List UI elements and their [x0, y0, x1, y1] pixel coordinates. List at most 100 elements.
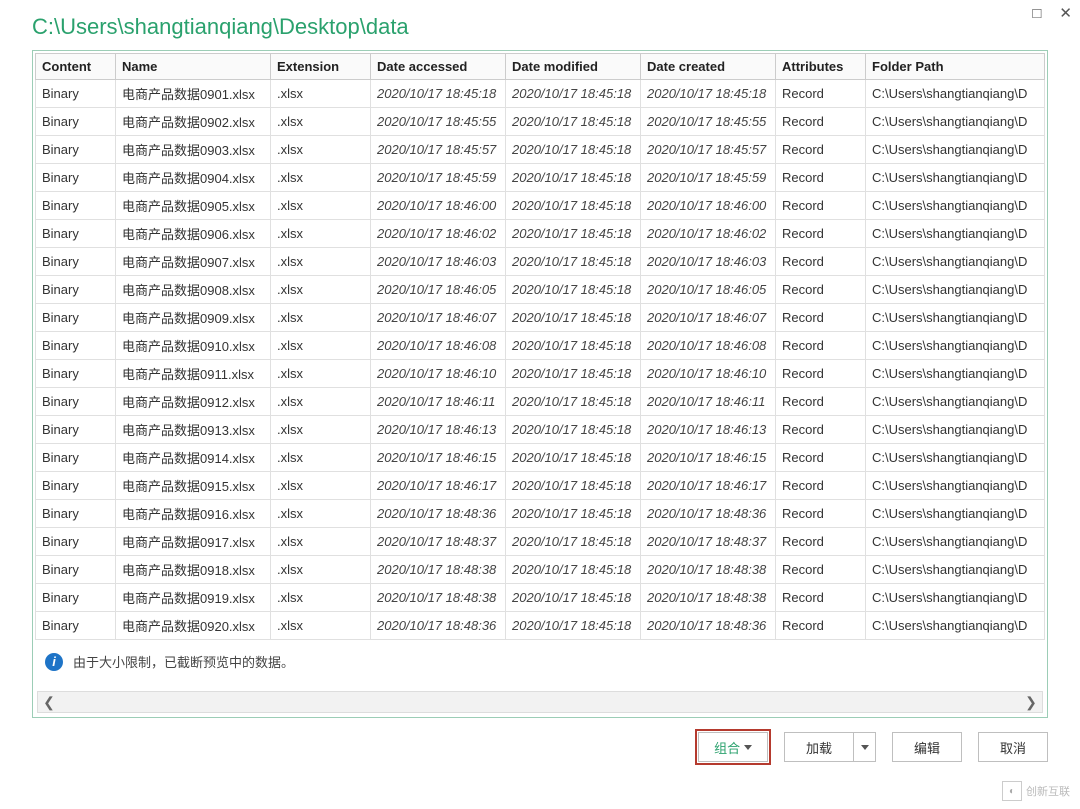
table-row[interactable]: Binary电商产品数据0906.xlsx.xlsx2020/10/17 18:… — [36, 220, 1045, 248]
cell-accessed: 2020/10/17 18:46:00 — [371, 192, 506, 220]
col-header-folder-path[interactable]: Folder Path — [866, 54, 1045, 80]
cell-name: 电商产品数据0910.xlsx — [116, 332, 271, 360]
cell-attr: Record — [776, 612, 866, 640]
table-row[interactable]: Binary电商产品数据0913.xlsx.xlsx2020/10/17 18:… — [36, 416, 1045, 444]
cell-name: 电商产品数据0909.xlsx — [116, 304, 271, 332]
cell-created: 2020/10/17 18:48:38 — [641, 584, 776, 612]
cell-created: 2020/10/17 18:48:36 — [641, 612, 776, 640]
cell-name: 电商产品数据0916.xlsx — [116, 500, 271, 528]
scroll-right-icon[interactable]: ❯ — [1020, 694, 1042, 711]
table-row[interactable]: Binary电商产品数据0901.xlsx.xlsx 2020/10/17 18:… — [36, 80, 1045, 108]
table-row[interactable]: Binary电商产品数据0919.xlsx.xlsx2020/10/17 18:… — [36, 584, 1045, 612]
cell-created: 2020/10/17 18:46:00 — [641, 192, 776, 220]
table-row[interactable]: Binary电商产品数据0916.xlsx.xlsx2020/10/17 18:… — [36, 500, 1045, 528]
table-row[interactable]: Binary电商产品数据0917.xlsx.xlsx2020/10/17 18:… — [36, 528, 1045, 556]
cell-name: 电商产品数据0902.xlsx — [116, 108, 271, 136]
cell-accessed: 2020/10/17 18:46:08 — [371, 332, 506, 360]
cell-created: 2020/10/17 18:46:11 — [641, 388, 776, 416]
cell-content: Binary — [36, 556, 116, 584]
cell-content: Binary — [36, 444, 116, 472]
table-row[interactable]: Binary电商产品数据0912.xlsx.xlsx 2020/10/17 18:… — [36, 388, 1045, 416]
cell-attr: Record — [776, 80, 866, 108]
table-header-row: Content Name Extension Date accessed Dat… — [36, 54, 1045, 80]
col-header-created[interactable]: Date created — [641, 54, 776, 80]
table-row[interactable]: Binary电商产品数据0909.xlsx.xlsx2020/10/17 18:… — [36, 304, 1045, 332]
cell-path: C:\Users\shangtianqiang\D — [866, 164, 1045, 192]
cell-modified: 2020/10/17 18:45:18 — [506, 108, 641, 136]
table-row[interactable]: Binary电商产品数据0902.xlsx.xlsx2020/10/17 18:… — [36, 108, 1045, 136]
cell-path: C:\Users\shangtianqiang\D — [866, 332, 1045, 360]
horizontal-scrollbar[interactable]: ❮ ❯ — [37, 691, 1043, 713]
cell-ext: .xlsx — [271, 80, 371, 108]
cell-created: 2020/10/17 18:46:05 — [641, 276, 776, 304]
col-header-content[interactable]: Content — [36, 54, 116, 80]
col-header-modified[interactable]: Date modified — [506, 54, 641, 80]
cell-name: 电商产品数据0912.xlsx — [116, 388, 271, 416]
cell-created: 2020/10/17 18:46:03 — [641, 248, 776, 276]
cell-ext: .xlsx — [271, 612, 371, 640]
cell-created: 2020/10/17 18:46:17 — [641, 472, 776, 500]
footer-buttons: 组合 加载 编辑 取消 — [0, 718, 1080, 762]
load-button-group: 加载 — [784, 732, 876, 762]
cell-path: C:\Users\shangtianqiang\D — [866, 248, 1045, 276]
cell-path: C:\Users\shangtianqiang\D — [866, 360, 1045, 388]
cell-ext: .xlsx — [271, 192, 371, 220]
cell-name: 电商产品数据0918.xlsx — [116, 556, 271, 584]
table-row[interactable]: Binary电商产品数据0915.xlsx.xlsx2020/10/17 18:… — [36, 472, 1045, 500]
cell-ext: .xlsx — [271, 220, 371, 248]
cell-attr: Record — [776, 472, 866, 500]
table-row[interactable]: Binary电商产品数据0904.xlsx.xlsx2020/10/17 18:… — [36, 164, 1045, 192]
edit-button[interactable]: 编辑 — [892, 732, 962, 762]
cell-modified: 2020/10/17 18:45:18 — [506, 136, 641, 164]
cell-accessed: 2020/10/17 18:48:36 — [371, 612, 506, 640]
cell-name: 电商产品数据0901.xlsx — [116, 80, 271, 108]
cell-path: C:\Users\shangtianqiang\D — [866, 276, 1045, 304]
cell-content: Binary — [36, 80, 116, 108]
table-row[interactable]: Binary电商产品数据0910.xlsx.xlsx2020/10/17 18:… — [36, 332, 1045, 360]
scroll-left-icon[interactable]: ❮ — [38, 694, 60, 711]
cell-modified: 2020/10/17 18:45:18 — [506, 584, 641, 612]
watermark-logo-icon: ◐ — [1002, 781, 1022, 801]
cell-attr: Record — [776, 108, 866, 136]
combine-button-label: 组合 — [714, 738, 740, 757]
cell-accessed: 2020/10/17 18:45:59 — [371, 164, 506, 192]
cell-content: Binary — [36, 612, 116, 640]
col-header-name[interactable]: Name — [116, 54, 271, 80]
cell-name: 电商产品数据0919.xlsx — [116, 584, 271, 612]
cell-modified: 2020/10/17 18:45:18 — [506, 612, 641, 640]
chevron-down-icon — [861, 745, 869, 750]
col-header-accessed[interactable]: Date accessed — [371, 54, 506, 80]
table-row[interactable]: Binary电商产品数据0911.xlsx.xlsx2020/10/17 18:… — [36, 360, 1045, 388]
table-row[interactable]: Binary电商产品数据0903.xlsx.xlsx2020/10/17 18:… — [36, 136, 1045, 164]
load-button[interactable]: 加载 — [784, 732, 854, 762]
table-row[interactable]: Binary电商产品数据0920.xlsx.xlsx2020/10/17 18:… — [36, 612, 1045, 640]
maximize-icon[interactable]: □ — [1032, 6, 1041, 21]
cell-attr: Record — [776, 192, 866, 220]
cancel-button[interactable]: 取消 — [978, 732, 1048, 762]
load-dropdown-button[interactable] — [854, 732, 876, 762]
cell-created: 2020/10/17 18:46:13 — [641, 416, 776, 444]
cell-accessed: 2020/10/17 18:46:17 — [371, 472, 506, 500]
table-row[interactable]: Binary电商产品数据0918.xlsx.xlsx2020/10/17 18:… — [36, 556, 1045, 584]
cell-attr: Record — [776, 276, 866, 304]
cell-created: 2020/10/17 18:45:59 — [641, 164, 776, 192]
cell-name: 电商产品数据0911.xlsx — [116, 360, 271, 388]
combine-button[interactable]: 组合 — [698, 732, 768, 762]
table-row[interactable]: Binary电商产品数据0908.xlsx.xlsx2020/10/17 18:… — [36, 276, 1045, 304]
col-header-extension[interactable]: Extension — [271, 54, 371, 80]
cell-created: 2020/10/17 18:46:15 — [641, 444, 776, 472]
table-row[interactable]: Binary电商产品数据0914.xlsx.xlsx2020/10/17 18:… — [36, 444, 1045, 472]
cell-path: C:\Users\shangtianqiang\D — [866, 108, 1045, 136]
cell-content: Binary — [36, 388, 116, 416]
table-row[interactable]: Binary电商产品数据0907.xlsx.xlsx2020/10/17 18:… — [36, 248, 1045, 276]
cell-accessed: 2020/10/17 18:48:36 — [371, 500, 506, 528]
close-icon[interactable]: ✕ — [1059, 6, 1072, 21]
col-header-attributes[interactable]: Attributes — [776, 54, 866, 80]
cell-content: Binary — [36, 248, 116, 276]
cell-modified: 2020/10/17 18:45:18 — [506, 80, 641, 108]
table-row[interactable]: Binary电商产品数据0905.xlsx.xlsx2020/10/17 18:… — [36, 192, 1045, 220]
cell-ext: .xlsx — [271, 388, 371, 416]
cell-modified: 2020/10/17 18:45:18 — [506, 360, 641, 388]
cell-ext: .xlsx — [271, 416, 371, 444]
cell-content: Binary — [36, 220, 116, 248]
